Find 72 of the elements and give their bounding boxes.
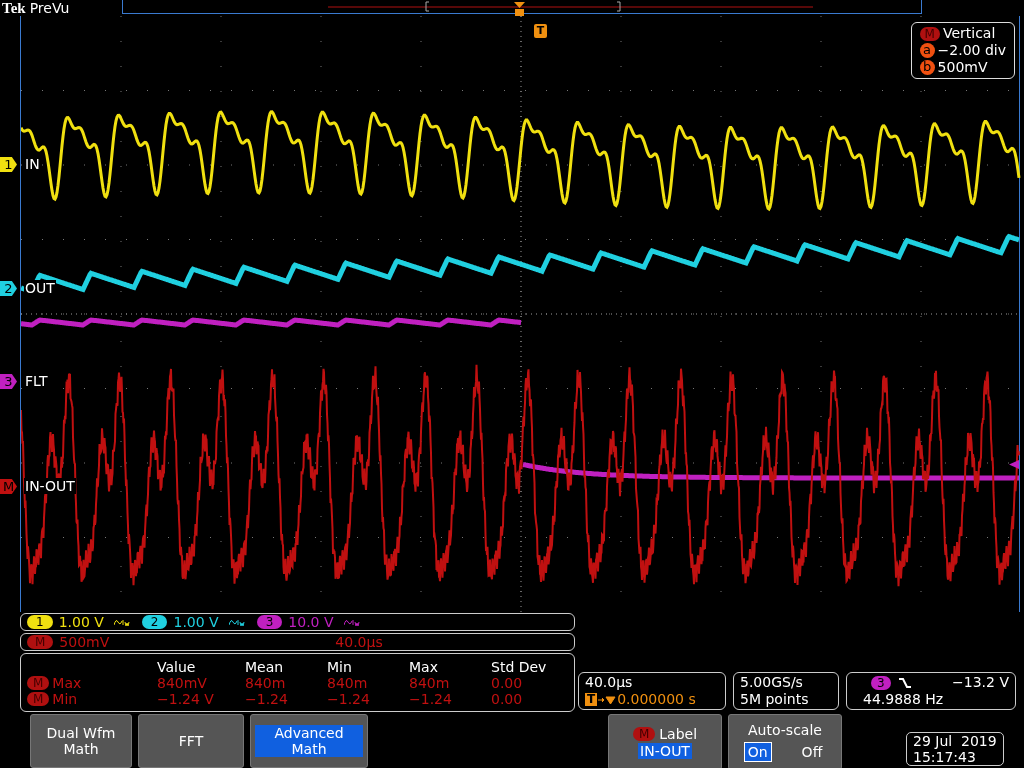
math-scale: 500mV: [59, 634, 111, 650]
autoscale-button[interactable]: Auto-scale On Off: [728, 714, 842, 768]
table-cell-text: −1.24: [327, 690, 371, 707]
menu-button[interactable]: Dual Wfm Math: [30, 714, 132, 768]
trigger-source-badge: 3: [871, 675, 891, 690]
time-scale: 40.0µs: [585, 674, 634, 691]
sample-rate: 5.00GS/s: [740, 674, 804, 691]
autoscale-title: Auto-scale: [748, 722, 822, 738]
autoscale-option[interactable]: Off: [797, 742, 827, 762]
trigger-position: 0.000000 s: [617, 691, 696, 708]
channel-scale: 1.00 V: [173, 614, 219, 630]
label-title: Label: [659, 725, 698, 742]
table-cell-text: 840mV: [157, 674, 208, 691]
math-badge: M: [27, 691, 50, 706]
falling-edge-icon: [898, 676, 911, 689]
channel-scale: 1.00 V: [58, 614, 104, 630]
record-length: 5M points: [740, 691, 810, 708]
channel-label: OUT: [24, 280, 56, 296]
date: 29 Jul 2019: [913, 733, 997, 749]
table-cell-text: 0.00: [491, 674, 524, 691]
column-header: Min: [327, 658, 353, 675]
channel-marker[interactable]: 2: [0, 281, 17, 296]
channel-marker[interactable]: 3: [0, 374, 17, 389]
trigger-position-icon: [514, 2, 525, 16]
vertical-value: 500mV: [937, 59, 988, 76]
channel-label: IN-OUT: [24, 478, 76, 494]
trigger-marker: T: [534, 24, 547, 38]
offscreen-arrow-icon: [1009, 460, 1019, 469]
table-cell-text: −1.24 V: [157, 690, 215, 707]
table-cell-text: 0.00: [491, 690, 524, 707]
label-button[interactable]: M Label IN-OUT: [608, 714, 722, 768]
channel-label: IN: [24, 156, 41, 172]
time: 15:17:43: [913, 749, 977, 765]
table-cell-text: −1.24: [245, 690, 289, 707]
column-header: Value: [157, 658, 197, 675]
math-badge: M: [27, 675, 50, 690]
vertical-title: Vertical: [942, 25, 996, 42]
knob-badge: a: [919, 43, 935, 58]
brand-logo: Tek: [2, 0, 26, 17]
vertical-value: −2.00 div: [937, 42, 1006, 59]
table-cell-text: 840m: [327, 674, 369, 691]
math-badge: M: [632, 726, 656, 741]
math-badge: M: [919, 26, 940, 41]
knob-badge: b: [919, 60, 935, 75]
bandwidth-limit-icon: [343, 617, 360, 627]
channel-badge[interactable]: 2: [141, 615, 168, 629]
mode-label: PreVu: [29, 0, 70, 16]
measurement-name: Min: [52, 690, 78, 707]
table-cell-text: −1.24: [409, 690, 453, 707]
autoscale-option[interactable]: On: [743, 742, 772, 762]
menu-button[interactable]: Advanced Math: [250, 714, 368, 768]
column-header: Max: [409, 658, 439, 675]
trigger-frequency: 44.9888 Hz: [862, 691, 945, 708]
measurement-name: Max: [52, 674, 82, 691]
channel-badge[interactable]: 1: [27, 615, 53, 629]
trigger-level: −13.2 V: [952, 674, 1009, 691]
column-header: Mean: [245, 658, 285, 675]
channel-label: FLT: [24, 373, 49, 389]
channel-scale: 10.0 V: [288, 614, 334, 630]
label-value: IN-OUT: [638, 742, 692, 759]
trigger-badge: T: [585, 693, 598, 706]
table-cell-text: 840m: [409, 674, 451, 691]
channel-marker[interactable]: 1: [0, 157, 17, 172]
math-time-scale: 40.0µs: [335, 634, 383, 650]
channel-badge[interactable]: 3: [256, 615, 283, 629]
arrow-icon: [598, 694, 617, 705]
table-cell-text: 840m: [245, 674, 287, 691]
bandwidth-limit-icon: [113, 617, 130, 627]
menu-button[interactable]: FFT: [138, 714, 244, 768]
bandwidth-limit-icon: [228, 617, 245, 627]
math-badge: M: [27, 635, 54, 649]
column-header: Std Dev: [491, 658, 548, 675]
